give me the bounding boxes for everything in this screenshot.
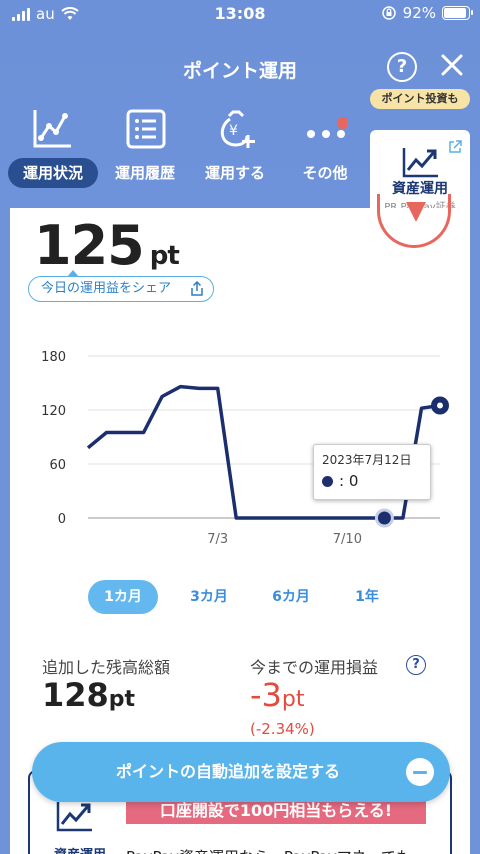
battery-icon	[442, 6, 473, 20]
tab-history[interactable]: 運用履歴	[100, 108, 190, 188]
external-link-icon	[449, 140, 462, 153]
tab-history-label: 運用履歴	[114, 164, 175, 182]
auto-add-button[interactable]: ポイントの自動追加を設定する	[32, 742, 450, 802]
tooltip-value: : 0	[339, 472, 359, 490]
chart-up-icon	[56, 802, 92, 832]
promo-icon-label: 資産運用	[40, 844, 120, 854]
point-balance-value: 125	[34, 214, 145, 277]
share-button[interactable]: 今日の運用益をシェア	[28, 270, 214, 302]
header: ポイント運用 ? 運用状況 運用履歴 ¥ 運用する その他 資産運用 ポイント投…	[0, 28, 480, 214]
balance-chart[interactable]: 180 120 60 0 7/3 7/10	[10, 328, 470, 558]
range-tab-1y[interactable]: 1年	[332, 580, 402, 614]
close-button[interactable]	[438, 48, 466, 82]
hover-point[interactable]	[374, 508, 394, 528]
tab-invest-label: 運用する	[204, 164, 265, 182]
added-total-unit: pt	[108, 687, 136, 712]
profit-loss-number: -3	[250, 676, 282, 714]
collapse-icon[interactable]	[406, 758, 434, 786]
list-icon	[126, 109, 166, 149]
tab-more[interactable]: その他	[280, 108, 370, 188]
profit-loss-label: 今までの運用損益	[250, 658, 379, 677]
y-tick-label: 180	[41, 350, 66, 365]
range-tab-6m[interactable]: 6カ月	[256, 580, 326, 614]
tab-status[interactable]: 運用状況	[6, 108, 98, 188]
y-tick-label: 120	[41, 404, 66, 419]
line-chart-icon	[33, 110, 71, 148]
status-bar: au 13:08 92%	[0, 0, 480, 28]
added-total-label: 追加した残高総額	[42, 658, 171, 677]
x-tick-label: 7/3	[207, 532, 228, 547]
point-balance: 125 pt	[34, 214, 180, 277]
promo-text: PayPay資産運用なら、PayPayマネーでも	[126, 846, 411, 854]
y-tick-label: 0	[58, 512, 66, 527]
status-right: 92%	[381, 4, 473, 22]
y-tick-label: 60	[49, 458, 66, 473]
more-icon	[307, 117, 347, 138]
battery-percent: 92%	[402, 4, 436, 22]
svg-text:¥: ¥	[229, 123, 238, 139]
range-tabs: 1カ月 3カ月 6カ月 1年	[88, 580, 408, 614]
added-total-number: 128	[42, 676, 109, 714]
close-icon	[441, 54, 463, 76]
x-tick-label: 7/10	[333, 532, 362, 547]
range-tab-1m[interactable]: 1カ月	[88, 580, 158, 614]
arrow-down-icon	[406, 202, 426, 222]
share-button-label: 今日の運用益をシェア	[41, 281, 172, 296]
profit-loss-value: -3pt	[250, 676, 305, 714]
point-balance-unit: pt	[149, 241, 180, 271]
tooltip-series-dot	[322, 475, 333, 487]
share-icon	[191, 281, 203, 296]
range-tab-3m[interactable]: 3カ月	[174, 580, 244, 614]
latest-point-center	[437, 402, 443, 409]
tab-invest[interactable]: ¥ 運用する	[190, 108, 280, 188]
profit-loss-help-button[interactable]: ?	[406, 655, 426, 675]
tab-more-label: その他	[302, 164, 348, 182]
money-bag-add-icon: ¥	[220, 110, 255, 148]
trend-down-indicator	[377, 194, 451, 248]
help-button[interactable]: ?	[387, 52, 417, 82]
point-invest-badge: ポイント投資も	[370, 89, 470, 109]
tab-status-label: 運用状況	[8, 158, 98, 188]
profit-loss-percent: (-2.34%)	[250, 720, 315, 738]
tooltip-value-row: : 0	[322, 472, 422, 490]
chart-tooltip: 2023年7月12日 : 0	[313, 444, 431, 500]
added-total-value: 128pt	[42, 676, 135, 714]
rotation-lock-icon	[381, 6, 396, 20]
tooltip-date: 2023年7月12日	[322, 453, 412, 467]
chart-up-icon	[402, 148, 438, 178]
profit-loss-unit: pt	[281, 687, 305, 712]
auto-add-label: ポイントの自動追加を設定する	[116, 762, 341, 781]
